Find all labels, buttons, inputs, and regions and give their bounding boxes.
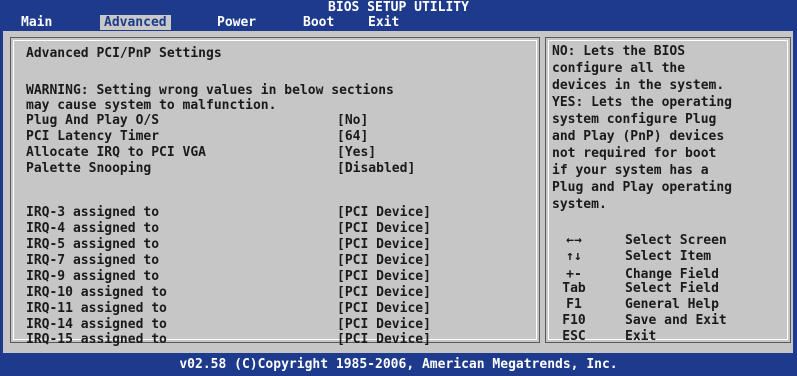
key-label: ESC (562, 329, 586, 344)
irq-label-15: IRQ-15 assigned to (26, 332, 167, 347)
irq-label-7: IRQ-7 assigned to (26, 253, 160, 268)
help-line: configure all the (552, 61, 686, 76)
help-line: Plug and Play operating (552, 180, 733, 195)
menu-boot[interactable]: Boot (299, 15, 338, 30)
help-line: NO: Lets the BIOS (552, 44, 686, 59)
irq-value-9[interactable]: [PCI Device] (337, 269, 431, 284)
menu-exit[interactable]: Exit (364, 15, 403, 30)
help-line: and Play (PnP) devices (552, 129, 725, 144)
irq-label-4: IRQ-4 assigned to (26, 221, 160, 236)
copyright-footer: v02.58 (C)Copyright 1985-2006, American … (179, 357, 618, 372)
menu-advanced[interactable]: Advanced (100, 15, 171, 30)
warning-line-1: WARNING: Setting wrong values in below s… (26, 83, 394, 98)
menu-main[interactable]: Main (17, 15, 56, 30)
help-text: NO: Lets the BIOS configure all the devi… (552, 43, 786, 213)
bios-title: BIOS SETUP UTILITY (328, 0, 469, 15)
key-row-f10: F10 Save and Exit (552, 313, 786, 329)
help-line: if your system has a (552, 163, 709, 178)
irq-label-11: IRQ-11 assigned to (26, 301, 167, 316)
irq-value-11[interactable]: [PCI Device] (337, 301, 431, 316)
key-row-select-screen: ←→ Select Screen (552, 233, 786, 249)
bios-screen: BIOS SETUP UTILITY Main Advanced Power B… (0, 0, 797, 376)
irq-label-10: IRQ-10 assigned to (26, 285, 167, 300)
setting-label-allocate-irq-vga: Allocate IRQ to PCI VGA (26, 145, 207, 160)
key-row-select-item: ↑↓ Select Item (552, 249, 786, 265)
setting-label-plug-and-play-os: Plug And Play O/S (26, 113, 160, 128)
irq-value-5[interactable]: [PCI Device] (337, 237, 431, 252)
setting-value-plug-and-play-os[interactable]: [No] (337, 113, 368, 128)
setting-label-pci-latency-timer: PCI Latency Timer (26, 129, 160, 144)
key-desc: Select Item (625, 249, 712, 264)
setting-value-allocate-irq-vga[interactable]: [Yes] (337, 145, 376, 160)
irq-value-14[interactable]: [PCI Device] (337, 317, 431, 332)
key-row-esc: ESC Exit (552, 329, 786, 345)
key-desc: Save and Exit (625, 313, 727, 328)
help-line: system configure Plug (552, 112, 717, 127)
key-desc: Select Field (625, 281, 719, 296)
irq-label-5: IRQ-5 assigned to (26, 237, 160, 252)
help-line: YES: Lets the operating (552, 95, 733, 110)
irq-label-9: IRQ-9 assigned to (26, 269, 160, 284)
key-desc: General Help (625, 297, 719, 312)
irq-value-15[interactable]: [PCI Device] (337, 332, 431, 347)
section-title: Advanced PCI/PnP Settings (26, 46, 222, 61)
setting-value-palette-snooping[interactable]: [Disabled] (337, 161, 415, 176)
warning-line-2: may cause system to malfunction. (26, 98, 277, 113)
irq-value-4[interactable]: [PCI Device] (337, 221, 431, 236)
help-line: system. (552, 197, 607, 212)
help-line: devices in the system. (552, 78, 725, 93)
irq-label-14: IRQ-14 assigned to (26, 317, 167, 332)
irq-value-10[interactable]: [PCI Device] (337, 285, 431, 300)
irq-value-3[interactable]: [PCI Device] (337, 205, 431, 220)
up-down-arrows-icon: ↑↓ (566, 249, 582, 264)
key-desc: Exit (625, 329, 657, 344)
key-desc: Change Field (625, 267, 719, 282)
menu-power[interactable]: Power (213, 15, 260, 30)
plus-minus-icon: +- (566, 267, 582, 282)
irq-value-7[interactable]: [PCI Device] (337, 253, 431, 268)
setting-label-palette-snooping: Palette Snooping (26, 161, 152, 176)
key-row-f1: F1 General Help (552, 297, 786, 313)
irq-label-3: IRQ-3 assigned to (26, 205, 160, 220)
menu-bar: Main Advanced Power Boot Exit (0, 15, 797, 31)
left-right-arrows-icon: ←→ (566, 233, 582, 248)
key-desc: Select Screen (625, 233, 727, 248)
help-line: not required for boot (552, 146, 717, 161)
key-label: Tab (562, 281, 586, 296)
setting-value-pci-latency-timer[interactable]: [64] (337, 129, 368, 144)
title-bar: BIOS SETUP UTILITY Main Advanced Power B… (0, 0, 797, 30)
key-label: F10 (562, 313, 586, 328)
key-row-tab: Tab Select Field (552, 281, 786, 297)
key-label: F1 (566, 297, 582, 312)
